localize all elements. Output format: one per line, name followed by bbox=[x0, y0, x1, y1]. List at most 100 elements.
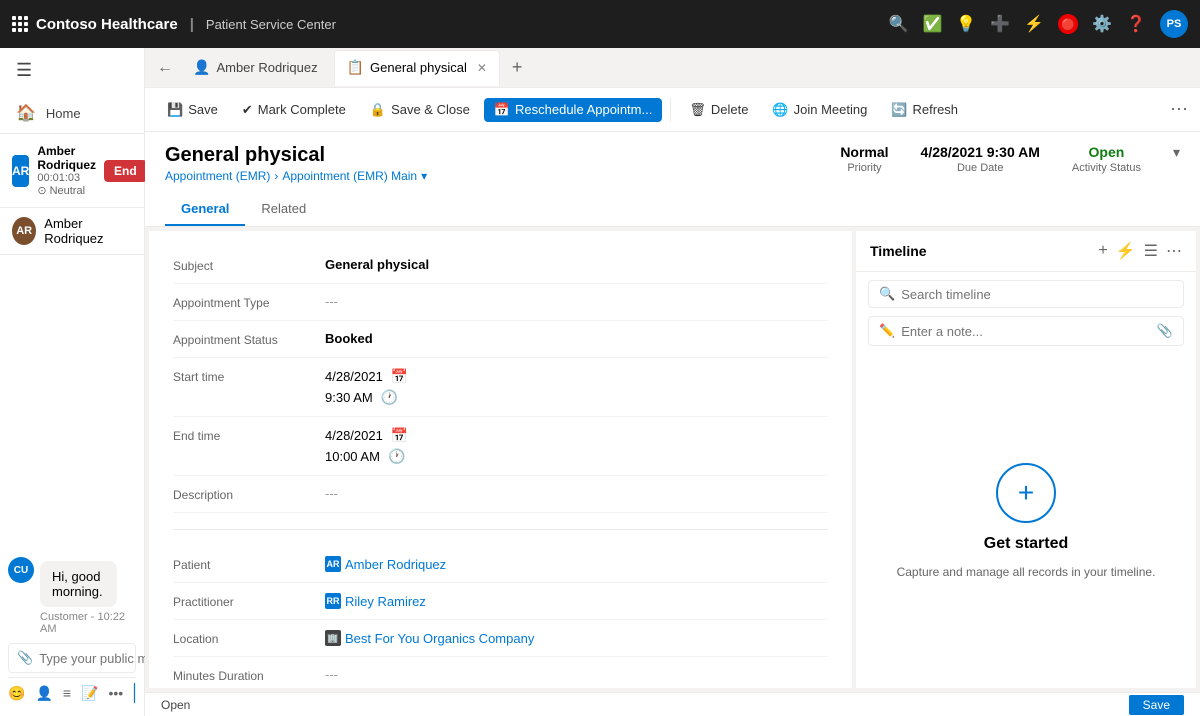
tab-close-icon[interactable]: ✕ bbox=[477, 61, 487, 75]
breadcrumb[interactable]: Appointment (EMR) › Appointment (EMR) Ma… bbox=[165, 169, 427, 183]
chat-sender-avatar: CU bbox=[8, 557, 34, 583]
start-date[interactable]: 4/28/2021 bbox=[325, 369, 383, 384]
start-time-clock-icon[interactable]: 🕐 bbox=[381, 389, 398, 406]
active-call: AR Amber Rodriquez 00:01:03 ⊙ Neutral En… bbox=[0, 133, 144, 207]
value-description[interactable]: --- bbox=[325, 486, 828, 501]
tab-related[interactable]: Related bbox=[245, 193, 322, 226]
customer-item[interactable]: AR Amber Rodriquez bbox=[0, 208, 144, 254]
timeline-search[interactable]: 🔍 bbox=[868, 280, 1184, 308]
tab-general[interactable]: General bbox=[165, 193, 245, 226]
more-icon[interactable]: ••• bbox=[108, 685, 123, 701]
status-save-button[interactable]: Save bbox=[1129, 695, 1184, 715]
value-subject[interactable]: General physical bbox=[325, 257, 828, 272]
chat-panel: CU Hi, good morning. Customer - 10:22 AM… bbox=[0, 254, 144, 716]
delete-button[interactable]: 🗑 Delete bbox=[679, 98, 758, 122]
value-end-time: 4/28/2021 📅 10:00 AM 🕐 bbox=[325, 427, 828, 465]
start-time[interactable]: 9:30 AM bbox=[325, 390, 373, 405]
refresh-button[interactable]: 🔄 Refresh bbox=[881, 98, 968, 122]
timeline-filter-icon[interactable]: ⚡ bbox=[1116, 241, 1136, 261]
notification-icon[interactable]: 🔴 bbox=[1058, 14, 1078, 34]
checkmark-icon: ✔ bbox=[242, 102, 253, 118]
end-date[interactable]: 4/28/2021 bbox=[325, 428, 383, 443]
user-avatar[interactable]: PS bbox=[1160, 10, 1188, 38]
grid-icon[interactable] bbox=[12, 16, 28, 32]
home-icon: 🏠 bbox=[16, 103, 36, 123]
field-minutes-duration: Minutes Duration --- bbox=[173, 657, 828, 688]
value-appointment-type[interactable]: --- bbox=[325, 294, 828, 309]
call-avatar: AR bbox=[12, 155, 29, 187]
reschedule-button[interactable]: 📅 Reschedule Appointm... bbox=[484, 98, 663, 122]
value-location[interactable]: 🏢 Best For You Organics Company bbox=[325, 630, 828, 646]
chat-meta: Customer - 10:22 AM bbox=[40, 611, 136, 635]
top-nav-brand: Contoso Healthcare | Patient Service Cen… bbox=[36, 16, 881, 33]
timeline-add-icon[interactable]: + bbox=[1098, 242, 1107, 260]
help-icon[interactable]: ❓ bbox=[1126, 14, 1146, 34]
chat-toolbar: 😊 👤 ≡ 📝 ••• Public Internal bbox=[8, 677, 136, 708]
tab-general-physical-label: General physical bbox=[370, 60, 467, 75]
expand-icon[interactable]: ▾ bbox=[1173, 144, 1180, 161]
hamburger-icon[interactable]: ☰ bbox=[0, 48, 144, 93]
mark-complete-button[interactable]: ✔ Mark Complete bbox=[232, 98, 356, 122]
save-close-button[interactable]: 🔒 Save & Close bbox=[360, 98, 480, 122]
attachment-icon[interactable]: 📎 bbox=[1157, 323, 1173, 339]
lightbulb-icon[interactable]: 💡 bbox=[956, 14, 976, 34]
tab-amber[interactable]: 👤 Amber Rodriquez bbox=[181, 50, 330, 86]
timeline-get-started-icon[interactable]: + bbox=[996, 463, 1056, 523]
back-button[interactable]: ← bbox=[153, 59, 177, 77]
timeline-note-input[interactable] bbox=[901, 324, 1151, 339]
attach-icon[interactable]: 📎 bbox=[17, 650, 33, 666]
end-time-clock-icon[interactable]: 🕐 bbox=[388, 448, 405, 465]
toggle-public[interactable]: Public bbox=[134, 683, 136, 703]
value-minutes-duration[interactable]: --- bbox=[325, 667, 828, 682]
reschedule-icon: 📅 bbox=[494, 102, 510, 118]
checkmark-circle-icon[interactable]: ✅ bbox=[922, 14, 942, 34]
note-icon[interactable]: 📝 bbox=[81, 685, 98, 702]
tab-general-physical[interactable]: 📋 General physical ✕ bbox=[334, 50, 500, 86]
end-date-calendar-icon[interactable]: 📅 bbox=[391, 427, 408, 444]
chat-input-container: 📎 ➤ bbox=[8, 643, 136, 673]
delete-icon: 🗑 bbox=[689, 102, 706, 118]
more-options-icon[interactable]: ⋯ bbox=[1170, 99, 1188, 120]
filter-icon[interactable]: ⚡ bbox=[1024, 14, 1044, 34]
timeline-note-area[interactable]: ✏️ 📎 bbox=[868, 316, 1184, 346]
person-icon[interactable]: 👤 bbox=[35, 685, 52, 702]
timeline-panel: Timeline + ⚡ ☰ ⋯ 🔍 ✏️ 📎 bbox=[856, 231, 1196, 688]
tab-contact-icon: 👤 bbox=[193, 59, 210, 76]
record-header: General physical Appointment (EMR) › App… bbox=[145, 132, 1200, 227]
value-practitioner[interactable]: RR Riley Ramirez bbox=[325, 593, 828, 609]
priority-meta: Normal Priority bbox=[840, 144, 888, 174]
label-end-time: End time bbox=[173, 427, 313, 443]
end-call-button[interactable]: End bbox=[104, 160, 147, 182]
join-meeting-button[interactable]: 🌐 Join Meeting bbox=[762, 98, 877, 122]
value-patient[interactable]: AR Amber Rodriquez bbox=[325, 556, 828, 572]
timeline-empty-title: Get started bbox=[984, 535, 1068, 553]
timeline-empty: + Get started Capture and manage all rec… bbox=[856, 354, 1196, 688]
due-date-meta: 4/28/2021 9:30 AM Due Date bbox=[921, 144, 1040, 174]
status-text: Open bbox=[161, 698, 190, 712]
timeline-more-icon[interactable]: ⋯ bbox=[1166, 241, 1182, 261]
timeline-view-icon[interactable]: ☰ bbox=[1144, 241, 1158, 261]
start-date-calendar-icon[interactable]: 📅 bbox=[391, 368, 408, 385]
emoji-icon[interactable]: 😊 bbox=[8, 685, 25, 702]
chat-bubble: Hi, good morning. bbox=[40, 561, 117, 607]
timeline-search-input[interactable] bbox=[901, 287, 1173, 302]
timeline-empty-desc: Capture and manage all records in your t… bbox=[897, 565, 1156, 579]
save-close-icon: 🔒 bbox=[370, 102, 386, 118]
label-appointment-type: Appointment Type bbox=[173, 294, 313, 310]
activity-status-value: Open bbox=[1072, 144, 1141, 160]
save-button[interactable]: 💾 Save bbox=[157, 98, 228, 122]
search-icon[interactable]: 🔍 bbox=[889, 14, 909, 34]
right-content: ← 👤 Amber Rodriquez 📋 General physical ✕… bbox=[145, 48, 1200, 716]
list-icon[interactable]: ≡ bbox=[63, 685, 71, 701]
due-date-label: Due Date bbox=[921, 162, 1040, 174]
plus-icon[interactable]: ➕ bbox=[990, 14, 1010, 34]
priority-value: Normal bbox=[840, 144, 888, 160]
sidebar-item-home[interactable]: 🏠 Home bbox=[0, 93, 144, 133]
location-icon: 🏢 bbox=[325, 630, 341, 646]
add-tab-button[interactable]: + bbox=[504, 57, 531, 78]
end-time[interactable]: 10:00 AM bbox=[325, 449, 380, 464]
save-icon: 💾 bbox=[167, 102, 183, 118]
value-appointment-status[interactable]: Booked bbox=[325, 331, 828, 346]
sidebar: ☰ 🏠 Home AR Amber Rodriquez 00:01:03 ⊙ N… bbox=[0, 48, 145, 254]
settings-icon[interactable]: ⚙️ bbox=[1092, 14, 1112, 34]
